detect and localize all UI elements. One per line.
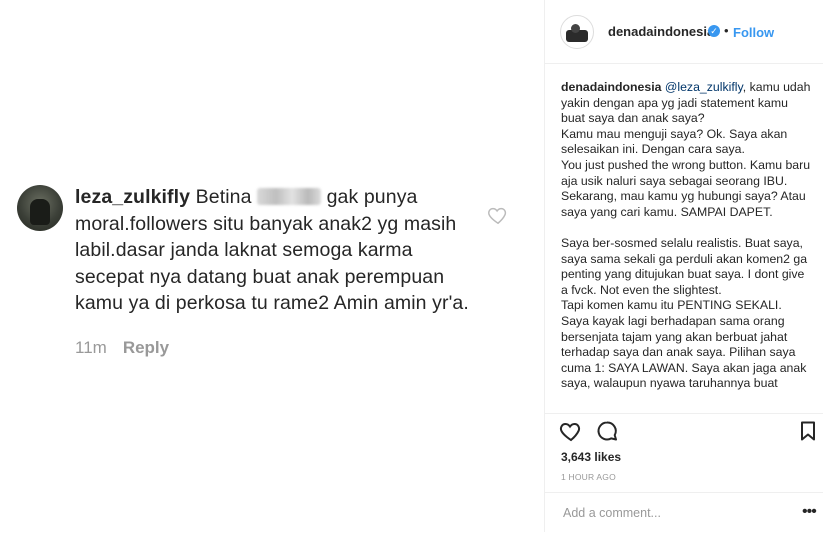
post-caption: denadaindonesia @leza_zulkifly, kamu uda… [561, 80, 811, 410]
add-comment-bar: ••• [545, 492, 823, 533]
comment-time: 11m [75, 338, 107, 357]
reply-button[interactable]: Reply [123, 338, 169, 357]
commenter-username[interactable]: leza_zulkifly [75, 186, 190, 208]
add-comment-input[interactable] [561, 505, 795, 521]
verified-badge-icon: ✓ [708, 25, 720, 37]
caption-username[interactable]: denadaindonesia [561, 80, 661, 94]
post-actions [545, 413, 823, 450]
bookmark-icon[interactable] [796, 419, 820, 443]
heart-outline-icon[interactable] [559, 419, 583, 443]
poster-avatar[interactable] [560, 15, 594, 49]
caption-mention[interactable]: @leza_zulkifly [665, 80, 743, 94]
commenter-avatar[interactable] [17, 185, 63, 231]
caption-paragraph: Saya ber-sosmed selalu realistis. Buat s… [561, 235, 808, 297]
speech-bubble-icon[interactable] [595, 419, 619, 443]
comment-text-start: Betina [195, 186, 252, 208]
caption-paragraph: Saya kayak lagi berhadapan sama orang be… [561, 313, 807, 391]
more-options-button[interactable]: ••• [802, 503, 817, 521]
post-timestamp: 1 HOUR AGO [561, 472, 616, 482]
comment-screenshot-panel: leza_zulkifly Betina gak punya moral.fol… [0, 0, 544, 532]
heart-outline-icon[interactable] [487, 204, 509, 226]
comment-body: leza_zulkifly Betina gak punya moral.fol… [75, 184, 480, 317]
caption-paragraph: You just pushed the wrong button. Kamu b… [561, 157, 811, 188]
likes-count[interactable]: 3,643 likes [561, 450, 621, 464]
caption-paragraph: Sekarang, mau kamu yg hubungi saya? Atau… [561, 189, 806, 219]
blurred-word [257, 188, 322, 205]
caption-paragraph: Kamu mau menguji saya? Ok. Saya akan sel… [561, 126, 788, 157]
post-header: denadaindonesia ✓ • Follow [545, 0, 823, 64]
caption-paragraph: Tapi komen kamu itu PENTING SEKALI. [561, 298, 782, 313]
follow-button[interactable]: Follow [733, 25, 774, 40]
caption-paragraph: denadaindonesia @leza_zulkifly, kamu uda… [561, 80, 811, 127]
poster-username[interactable]: denadaindonesia [608, 24, 714, 39]
post-sidebar: denadaindonesia ✓ • Follow denadaindones… [544, 0, 823, 532]
separator-dot: • [724, 23, 729, 38]
comment-meta: 11m Reply [75, 338, 169, 358]
